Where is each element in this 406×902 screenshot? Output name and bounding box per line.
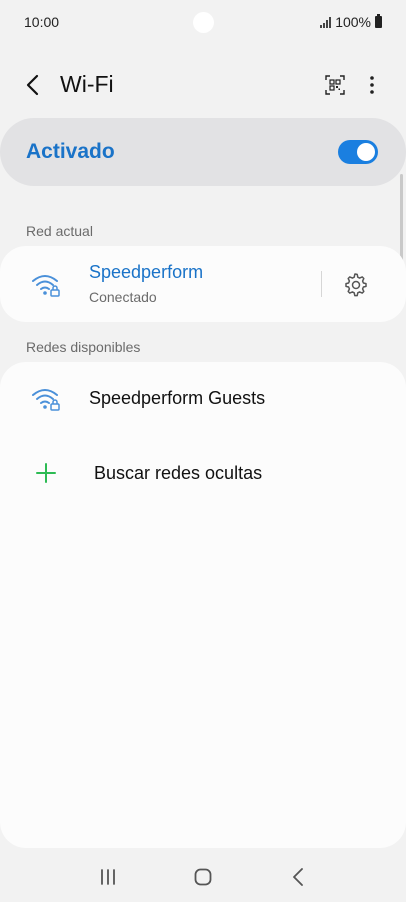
section-header-current: Red actual — [26, 223, 93, 239]
home-icon — [194, 868, 212, 886]
more-options-button[interactable] — [360, 70, 384, 100]
wifi-lock-icon — [30, 385, 62, 413]
add-hidden-network-row[interactable]: Buscar redes ocultas — [0, 436, 406, 512]
current-network-status: Conectado — [89, 289, 157, 305]
recents-button[interactable] — [88, 857, 128, 897]
qr-scan-button[interactable] — [322, 72, 348, 98]
current-network-name: Speedperform — [89, 262, 204, 282]
status-time: 10:00 — [24, 14, 60, 30]
wifi-switch[interactable] — [338, 140, 378, 164]
gear-icon — [345, 273, 367, 297]
page-title: Wi-Fi — [60, 71, 114, 97]
signal-icon — [320, 16, 332, 28]
add-hidden-network-label: Buscar redes ocultas — [94, 463, 263, 483]
network-row-speedperform-guests[interactable]: Speedperform Guests — [0, 362, 406, 436]
chevron-left-icon — [26, 74, 39, 96]
status-icons: 100% — [320, 14, 382, 30]
network-settings-button[interactable] — [340, 270, 370, 300]
current-network-card: Speedperform Conectado — [0, 246, 406, 322]
battery-level: 100% — [335, 14, 371, 30]
qr-scan-icon — [325, 75, 345, 95]
recents-icon — [100, 869, 115, 885]
wifi-master-toggle[interactable]: Activado — [0, 118, 406, 186]
camera-cutout — [193, 12, 214, 33]
section-header-available: Redes disponibles — [26, 339, 141, 355]
system-nav-bar — [0, 852, 406, 902]
wifi-lock-icon — [30, 271, 62, 299]
nav-back-button[interactable] — [278, 857, 318, 897]
battery-icon — [375, 14, 382, 28]
divider — [321, 271, 322, 297]
back-button[interactable] — [18, 70, 48, 100]
plus-icon — [36, 463, 56, 483]
master-toggle-label: Activado — [26, 140, 115, 163]
app-header: Wi-Fi — [0, 60, 406, 110]
switch-knob — [357, 143, 375, 161]
network-name: Speedperform Guests — [89, 388, 266, 408]
back-icon — [293, 868, 304, 886]
available-networks-card: Speedperform Guests Buscar redes ocultas — [0, 362, 406, 848]
more-vertical-icon — [370, 76, 374, 94]
home-button[interactable] — [183, 857, 223, 897]
